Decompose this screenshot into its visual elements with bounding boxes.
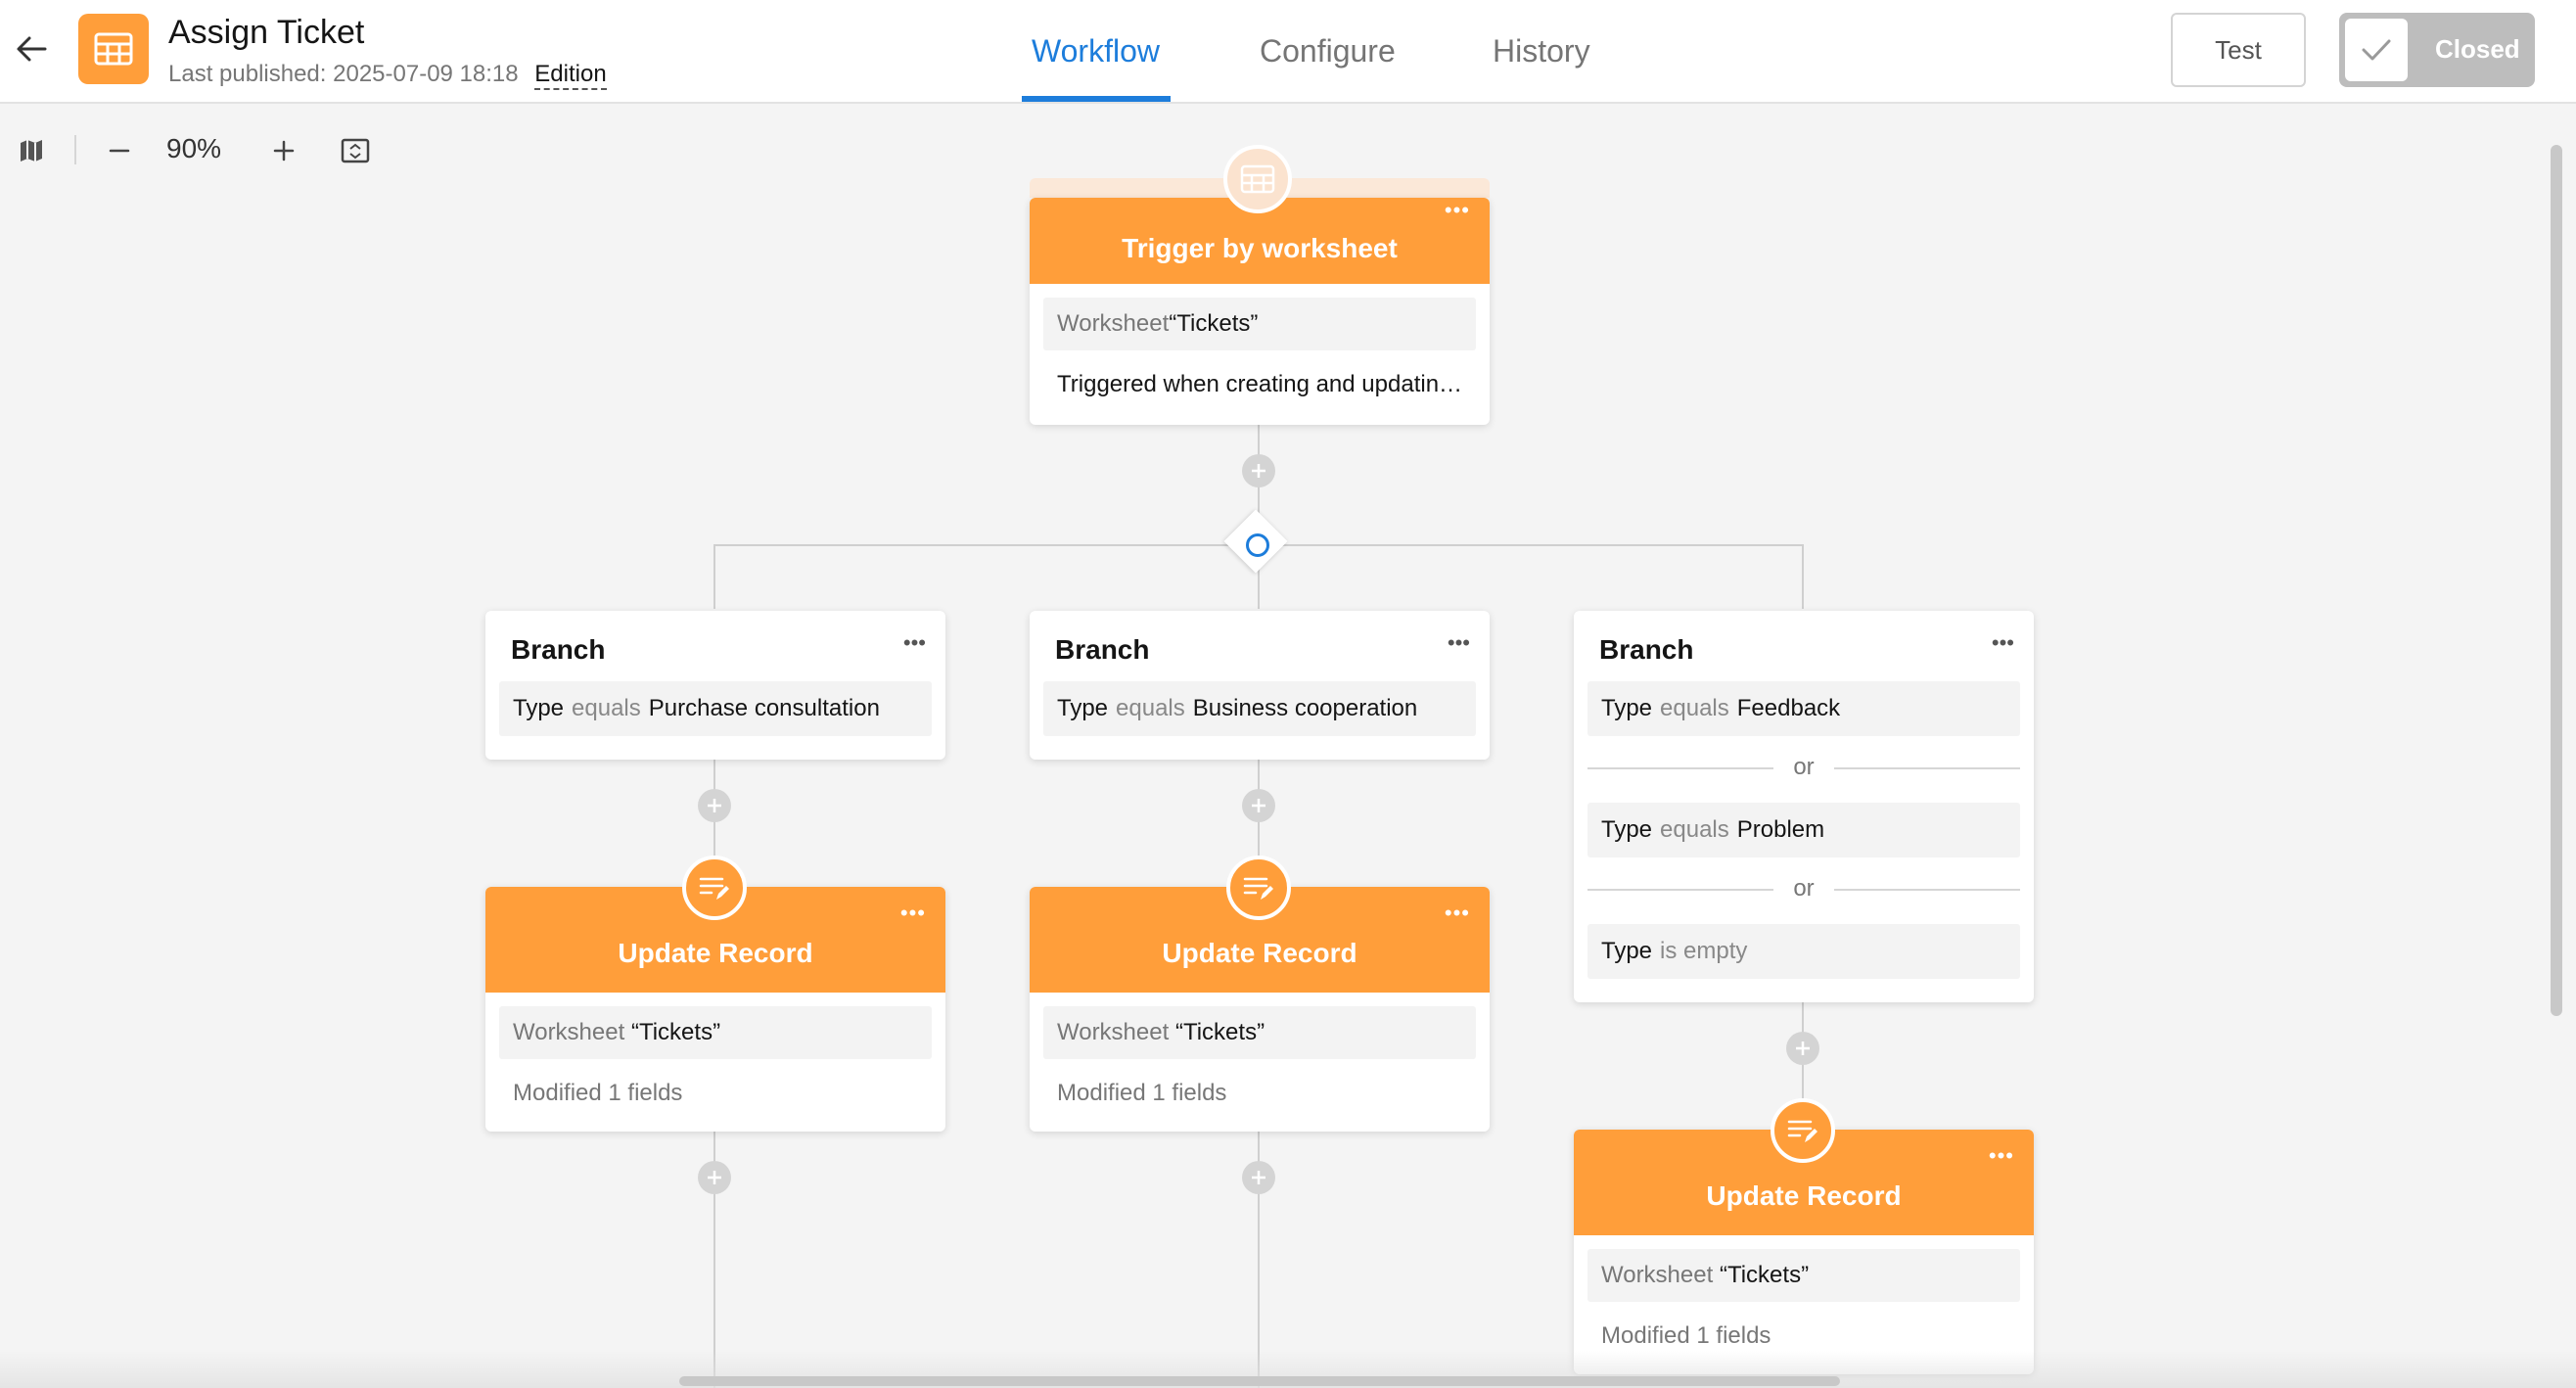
action-worksheet-row: Worksheet “Tickets”	[1043, 1006, 1476, 1059]
branch-card-2[interactable]: Branch ••• Type equals Business cooperatio…	[1030, 611, 1490, 760]
action-title: Update Record	[1706, 1180, 1902, 1211]
trigger-worksheet-row: Worksheet “Tickets”	[1043, 298, 1476, 350]
gateway-circle-icon	[1246, 533, 1269, 557]
worksheet-key: Worksheet	[1057, 310, 1170, 337]
add-node-button[interactable]	[698, 789, 731, 822]
map-icon[interactable]	[14, 133, 49, 168]
branch-condition: Type equals Purchase consultation	[499, 681, 932, 736]
more-options-icon[interactable]: •••	[900, 901, 926, 926]
more-options-icon[interactable]: •••	[1445, 198, 1470, 223]
zoom-in-icon[interactable]	[266, 133, 301, 168]
or-label: or	[1793, 875, 1815, 902]
condition-value: Feedback	[1736, 695, 1841, 721]
more-options-icon[interactable]: •••	[1448, 630, 1470, 656]
branch-title: Branch	[1599, 634, 1694, 665]
worksheet-key: Worksheet	[1601, 1262, 1714, 1288]
more-options-icon[interactable]: •••	[903, 630, 926, 656]
update-record-card-1[interactable]: Update Record ••• Worksheet “Tickets” Mo…	[485, 887, 945, 1132]
condition-operator: equals	[1660, 695, 1729, 721]
branch-condition: Type is empty	[1587, 924, 2020, 979]
fit-screen-icon[interactable]	[337, 133, 374, 168]
action-summary: Modified 1 fields	[1057, 1080, 1227, 1106]
condition-operator: equals	[1660, 816, 1729, 843]
or-label: or	[1793, 754, 1815, 780]
add-node-button[interactable]	[1242, 1161, 1275, 1194]
top-header: Assign Ticket Last published: 2025-07-09…	[0, 0, 2576, 104]
test-button[interactable]: Test	[2171, 13, 2306, 87]
tab-history[interactable]: History	[1493, 33, 1590, 69]
condition-field: Type	[1601, 938, 1653, 964]
page-title: Assign Ticket	[168, 14, 365, 51]
add-node-button[interactable]	[1242, 454, 1275, 487]
branch-title: Branch	[1055, 634, 1150, 665]
condition-value: Business cooperation	[1192, 695, 1418, 721]
condition-operator: equals	[572, 695, 641, 721]
action-summary: Modified 1 fields	[513, 1080, 683, 1106]
trigger-title: Trigger by worksheet	[1122, 233, 1398, 263]
condition-field: Type	[513, 695, 565, 721]
publish-info: Last published: 2025-07-09 18:18 Edition	[168, 61, 607, 90]
condition-operator: equals	[1116, 695, 1185, 721]
branch-condition: Type equals Business cooperation	[1043, 681, 1476, 736]
branch-title: Branch	[511, 634, 606, 665]
branch-card-1[interactable]: Branch ••• Type equals Purchase consultati…	[485, 611, 945, 760]
tab-workflow[interactable]: Workflow	[1032, 33, 1160, 69]
worksheet-key: Worksheet	[1057, 1019, 1170, 1045]
horizontal-scrollbar[interactable]	[679, 1376, 1840, 1386]
branch-card-3[interactable]: Branch ••• Type equals Feedback or Type equ…	[1574, 611, 2034, 1002]
back-arrow-icon[interactable]	[12, 29, 51, 69]
trigger-card[interactable]: Trigger by worksheet ••• Worksheet “Ticke…	[1030, 198, 1490, 425]
worksheet-value: “Tickets”	[1719, 1262, 1810, 1288]
worksheet-value: “Tickets”	[630, 1019, 721, 1045]
tab-configure[interactable]: Configure	[1260, 33, 1396, 69]
active-tab-indicator	[1022, 96, 1171, 102]
condition-field: Type	[1601, 816, 1653, 843]
action-worksheet-row: Worksheet “Tickets”	[1587, 1249, 2020, 1302]
worksheet-value: “Tickets”	[1174, 1019, 1265, 1045]
status-label: Closed	[2435, 34, 2520, 64]
more-options-icon[interactable]: •••	[1989, 1143, 2014, 1169]
update-record-card-2[interactable]: Update Record ••• Worksheet “Tickets” Mo…	[1030, 887, 1490, 1132]
vertical-scrollbar[interactable]	[2551, 145, 2562, 1016]
zoom-out-icon[interactable]	[102, 133, 137, 168]
last-published-label: Last published:	[168, 61, 327, 87]
action-title: Update Record	[1162, 938, 1357, 968]
more-options-icon[interactable]: •••	[1445, 901, 1470, 926]
last-published-value: 2025-07-09 18:18	[333, 61, 519, 87]
edit-record-icon	[682, 856, 747, 920]
branch-condition: Type equals Feedback	[1587, 681, 2020, 736]
worksheet-key: Worksheet	[513, 1019, 625, 1045]
condition-operator: is empty	[1660, 938, 1748, 964]
toolbar-divider	[74, 135, 76, 164]
add-node-button[interactable]	[1786, 1032, 1819, 1065]
publish-status-toggle[interactable]: Closed	[2339, 13, 2535, 87]
condition-value: Purchase consultation	[648, 695, 880, 721]
or-separator: or	[1587, 754, 2020, 783]
trigger-description: Triggered when creating and updatin…	[1057, 371, 1463, 397]
edit-record-icon	[1226, 856, 1291, 920]
action-title: Update Record	[618, 938, 813, 968]
grid-table-icon	[78, 14, 149, 84]
more-options-icon[interactable]: •••	[1992, 630, 2014, 656]
action-worksheet-row: Worksheet “Tickets”	[499, 1006, 932, 1059]
branch-condition: Type equals Problem	[1587, 803, 2020, 857]
grid-table-icon	[1223, 145, 1292, 213]
edit-record-icon	[1771, 1098, 1835, 1163]
condition-field: Type	[1601, 695, 1653, 721]
connector-line	[713, 544, 715, 609]
edition-link[interactable]: Edition	[534, 61, 607, 90]
condition-field: Type	[1057, 695, 1109, 721]
check-icon	[2345, 19, 2408, 81]
or-separator: or	[1587, 875, 2020, 904]
connector-line	[1802, 544, 1804, 609]
zoom-level: 90%	[166, 133, 222, 163]
condition-value: Problem	[1736, 816, 1825, 843]
update-record-card-3[interactable]: Update Record ••• Worksheet “Tickets” Mo…	[1574, 1130, 2034, 1374]
worksheet-value: “Tickets”	[1169, 310, 1259, 337]
add-node-button[interactable]	[698, 1161, 731, 1194]
add-node-button[interactable]	[1242, 789, 1275, 822]
